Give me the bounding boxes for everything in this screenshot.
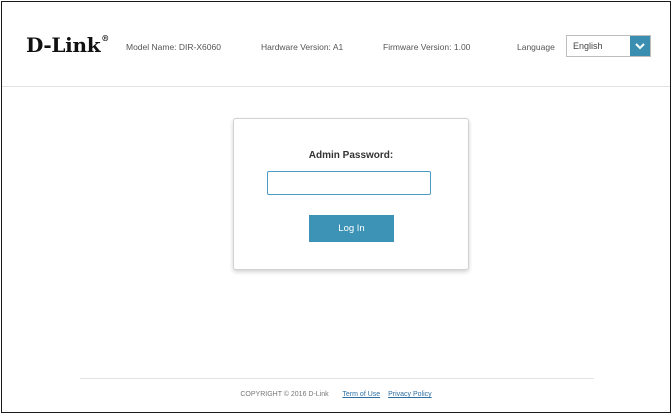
language-label: Language — [517, 42, 555, 52]
main-content: Admin Password: Log In — [2, 87, 670, 412]
language-value: English — [573, 41, 603, 51]
logo-trademark: ® — [101, 33, 109, 43]
admin-password-input[interactable] — [267, 171, 431, 195]
login-card: Admin Password: Log In — [233, 118, 469, 270]
admin-password-label: Admin Password: — [308, 150, 394, 161]
chevron-down-icon[interactable] — [630, 36, 650, 56]
logo-text: D-Link — [26, 33, 101, 57]
hardware-version: Hardware Version: A1 — [261, 42, 344, 52]
dlink-logo: D-Link® — [26, 33, 109, 57]
language-select[interactable]: English — [566, 35, 651, 57]
terms-of-use-link[interactable]: Term of Use — [342, 391, 380, 398]
header: D-Link® Model Name: DIR-X6060 Hardware V… — [2, 2, 670, 87]
firmware-version: Firmware Version: 1.00 — [383, 42, 471, 52]
model-name: Model Name: DIR-X6060 — [126, 42, 221, 52]
footer: COPYRIGHT © 2016 D-Link Term of Use Priv… — [2, 391, 670, 398]
browser-frame: D-Link® Model Name: DIR-X6060 Hardware V… — [1, 1, 671, 413]
footer-divider — [80, 378, 594, 379]
login-button[interactable]: Log In — [309, 215, 394, 242]
copyright-text: COPYRIGHT © 2016 D-Link — [240, 391, 329, 398]
privacy-policy-link[interactable]: Privacy Policy — [388, 391, 432, 398]
